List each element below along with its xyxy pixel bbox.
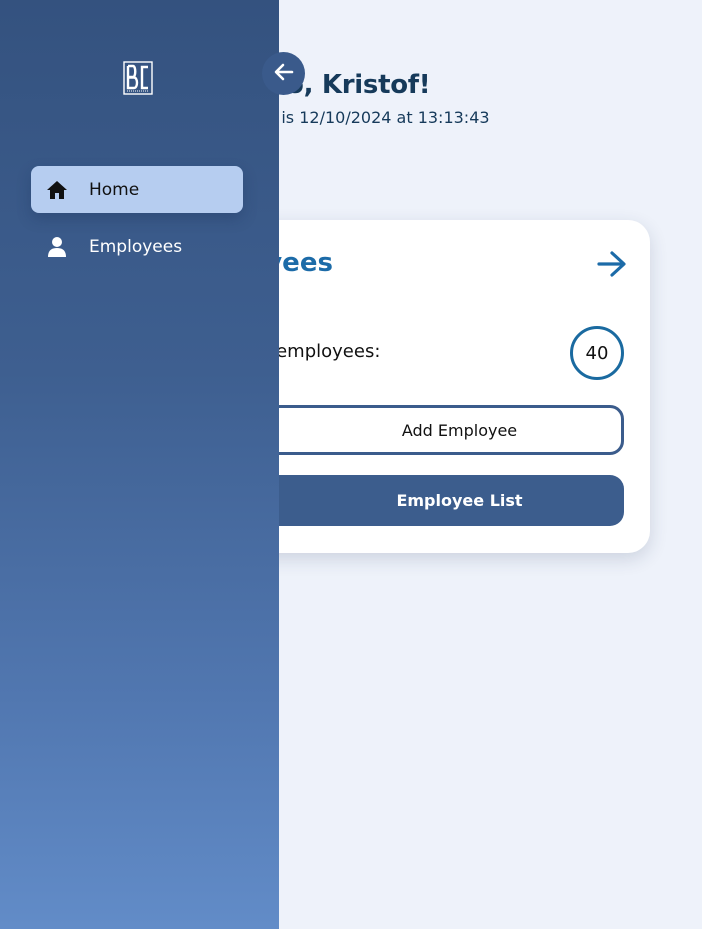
arrow-right-icon[interactable] bbox=[594, 248, 630, 280]
sidebar-item-label: Employees bbox=[89, 236, 183, 257]
person-icon bbox=[45, 235, 69, 259]
sidebar: Home Employees bbox=[0, 0, 279, 929]
sidebar-item-home[interactable]: Home bbox=[31, 166, 243, 213]
home-icon bbox=[45, 178, 69, 202]
employee-count-badge: 40 bbox=[570, 326, 624, 380]
app-screen: Hello, Kristof! Today is 12/10/2024 at 1… bbox=[0, 0, 702, 929]
employee-list-label: Employee List bbox=[396, 491, 523, 510]
sidebar-item-employees[interactable]: Employees bbox=[31, 223, 243, 270]
arrow-left-icon bbox=[274, 63, 294, 85]
bc-logo-icon bbox=[123, 61, 153, 95]
add-employee-label: Add Employee bbox=[401, 420, 518, 440]
sidebar-item-label: Home bbox=[89, 179, 140, 200]
sidebar-collapse-button[interactable] bbox=[262, 52, 305, 95]
